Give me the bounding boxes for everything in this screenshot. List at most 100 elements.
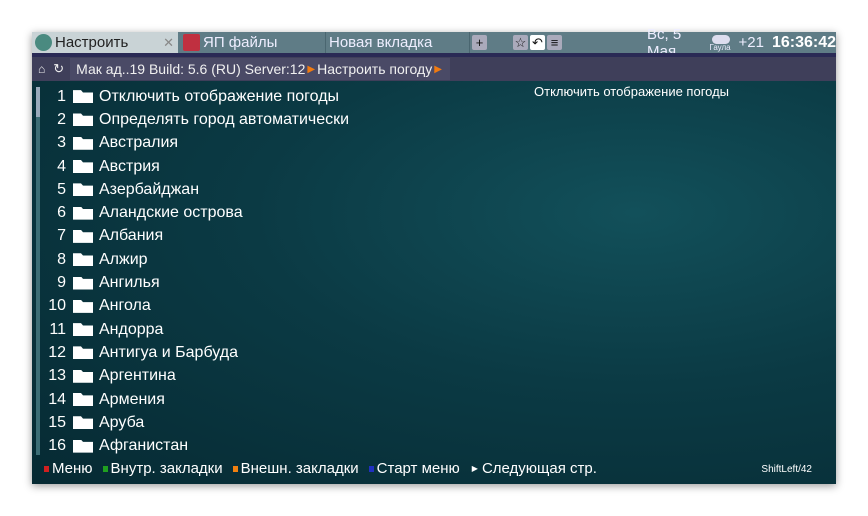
item-number: 10 [48,297,66,315]
item-label: Аргентина [99,367,176,385]
toolbar-icons: ☆ ↶ ≡ [510,32,564,53]
weather-icon: Гаула [709,32,733,53]
inner-bookmarks-button[interactable]: Внутр. закладки [111,460,223,477]
refresh-icon[interactable]: ↻ [53,61,64,77]
item-label: Андорра [99,320,164,338]
back-icon[interactable]: ↶ [530,35,545,50]
clock: 16:36:42 [771,33,836,51]
folder-icon [73,323,93,337]
item-label: Антигуа и Барбуда [99,343,238,361]
close-icon[interactable]: ✕ [163,35,174,51]
folder-icon [73,136,93,150]
folder-icon [73,160,93,174]
blue-key-icon [368,465,374,472]
list-item[interactable]: 16 Афганистан [44,434,349,457]
page-indicator: ShiftLeft/42 [761,464,812,475]
list-item[interactable]: 1 Отключить отображение погоды [44,85,349,108]
next-page-button[interactable]: Следующая стр. [482,460,597,477]
item-number: 9 [57,274,66,292]
scrollbar[interactable] [36,87,40,455]
country-list: 1 Отключить отображение погоды 2 Определять… [44,85,349,458]
list-item[interactable]: 12 Антигуа и Барбуда [44,341,349,364]
add-tab-button[interactable]: + [472,35,487,50]
tab-settings[interactable]: Настроить ✕ [32,32,178,53]
footer: Меню Внутр. закладки Внешн. закладки Ста… [40,460,597,477]
address-bar: ⌂ ↻ Мак ад..19 Build: 5.6 (RU) Server:12… [32,57,836,81]
folder-icon [73,90,93,104]
item-label: Австрия [99,157,160,175]
tab-tools: + [469,32,489,53]
next-icon: ▶ [471,464,478,473]
temperature: +21 [738,34,764,51]
list-item[interactable]: 2 Определять город автоматически [44,108,349,131]
chevron-right-icon: ▶ [434,63,442,75]
tab-files[interactable]: ЯП файлы [180,32,324,53]
screen: Настроить ✕ ЯП файлы Новая вкладка + ☆ ↶… [32,26,836,484]
item-number: 15 [48,413,66,431]
folder-icon [73,276,93,290]
breadcrumb-current[interactable]: Настроить погоду [317,61,432,77]
item-label: Аландские острова [99,204,243,222]
folder-icon [73,113,93,127]
list-icon[interactable]: ≡ [547,35,562,50]
folder-icon [73,346,93,360]
item-label: Австралия [99,134,179,152]
item-number: 3 [57,134,66,152]
menu-button[interactable]: Меню [52,460,93,477]
folder-icon [73,299,93,313]
weather-city: Гаула [709,43,731,52]
tab-label: Новая вкладка [329,34,433,51]
breadcrumb: Мак ад..19 Build: 5.6 (RU) Server:12 ▶ Н… [70,58,450,80]
item-number: 5 [57,180,66,198]
list-item[interactable]: 7 Албания [44,225,349,248]
list-item[interactable]: 14 Армения [44,388,349,411]
folder-icon [73,393,93,406]
item-label: Азербайджан [99,180,200,198]
list-item[interactable]: 13 Аргентина [44,365,349,388]
outer-bookmarks-button[interactable]: Внешн. закладки [241,460,359,477]
green-key-icon [102,465,108,472]
item-label: Албания [99,227,164,245]
list-item[interactable]: 10 Ангола [44,295,349,318]
list-item[interactable]: 5 Азербайджан [44,178,349,201]
list-item[interactable]: 6 Аландские острова [44,201,349,224]
folder-icon [73,253,93,267]
item-number: 1 [57,87,66,105]
tab-label: ЯП файлы [203,34,278,51]
status-area: Вс, 5 Мая Гаула +21 16:36:42 [644,26,836,60]
item-label: Аруба [99,413,145,431]
list-item[interactable]: 4 Австрия [44,155,349,178]
item-label: Алжир [99,250,148,268]
item-number: 4 [57,157,66,175]
folder-icon [73,439,93,453]
list-item[interactable]: 15 Аруба [44,411,349,434]
scrollbar-thumb[interactable] [36,87,40,117]
list-item[interactable]: 11 Андорра [44,318,349,341]
files-icon [183,34,200,51]
item-number: 2 [57,110,66,128]
folder-icon [73,229,93,243]
item-number: 7 [57,227,66,245]
list-item[interactable]: 8 Алжир [44,248,349,271]
chevron-right-icon: ▶ [307,63,316,75]
list-item[interactable]: 9 Ангилья [44,271,349,294]
tab-label: Настроить [55,34,129,51]
item-label: Армения [99,390,165,408]
item-label: Определять город автоматически [99,110,350,128]
item-label: Отключить отображение погоды [99,87,340,105]
folder-icon [73,369,93,383]
item-label: Ангола [99,297,151,315]
item-number: 8 [57,250,66,268]
breadcrumb-path[interactable]: Мак ад..19 Build: 5.6 (RU) Server:12 [76,61,305,77]
home-icon[interactable]: ⌂ [38,62,45,76]
start-menu-button[interactable]: Старт меню [377,460,460,477]
tab-bar: Настроить ✕ ЯП файлы Новая вкладка + ☆ ↶… [32,26,836,60]
item-label: Ангилья [99,274,160,292]
list-item[interactable]: 3 Австралия [44,132,349,155]
star-icon[interactable]: ☆ [513,35,528,50]
item-number: 14 [48,390,66,408]
item-number: 16 [48,437,66,455]
item-label: Афганистан [99,437,189,455]
tab-new[interactable]: Новая вкладка [325,32,467,53]
item-number: 11 [49,320,66,338]
